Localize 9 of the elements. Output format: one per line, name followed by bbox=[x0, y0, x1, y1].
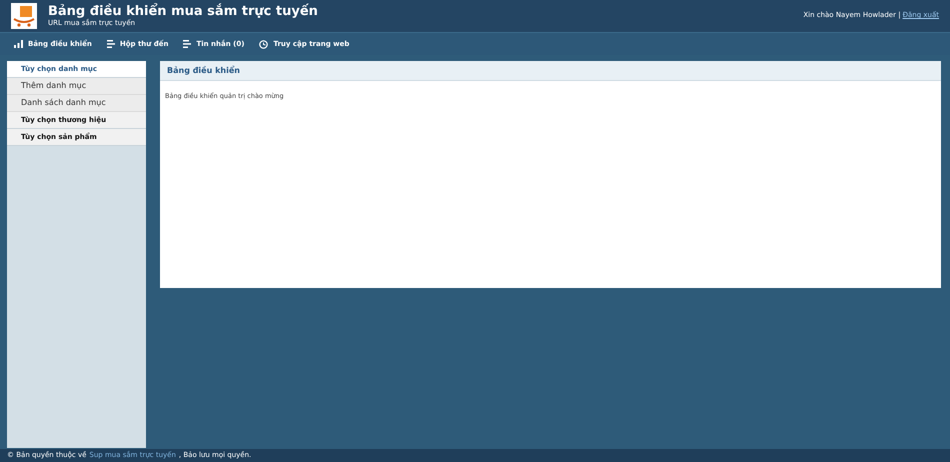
sidebar-item[interactable]: Thêm danh mục bbox=[7, 78, 146, 95]
panel-title: Bảng điều khiển bbox=[167, 64, 240, 76]
signal-bars-icon bbox=[14, 40, 23, 48]
lines-icon bbox=[106, 40, 115, 48]
app-title: Bảng điều khiển mua sắm trực tuyến bbox=[48, 5, 318, 18]
clock-icon bbox=[259, 40, 268, 48]
cart-logo-icon bbox=[11, 3, 37, 29]
lines-icon bbox=[183, 40, 192, 48]
sidebar-item[interactable]: Danh sách danh mục bbox=[7, 95, 146, 112]
